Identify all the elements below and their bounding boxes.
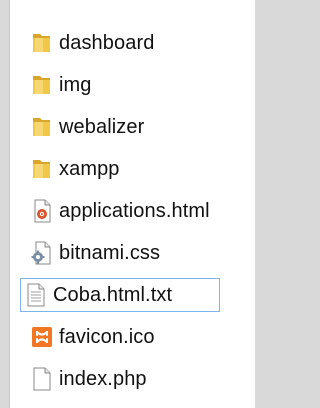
blank-file-icon	[29, 365, 55, 393]
file-name: webalizer	[59, 115, 145, 138]
file-item-index-php[interactable]: index.php	[27, 362, 151, 396]
file-item-xampp[interactable]: xampp	[27, 152, 124, 186]
xampp-icon	[29, 323, 55, 351]
file-name: Coba.html.txt	[53, 283, 173, 306]
html-file-icon	[29, 197, 55, 225]
file-item-dashboard[interactable]: dashboard	[27, 26, 158, 60]
folder-icon	[29, 71, 55, 99]
folder-icon	[29, 155, 55, 183]
file-item-favicon-ico[interactable]: favicon.ico	[27, 320, 159, 354]
file-item-coba-html-txt[interactable]: Coba.html.txt	[20, 278, 220, 312]
file-item-webalizer[interactable]: webalizer	[27, 110, 148, 144]
file-name: dashboard	[59, 31, 155, 54]
file-item-bitnami-css[interactable]: bitnami.css	[27, 236, 164, 270]
css-file-icon	[29, 239, 55, 267]
folder-icon	[29, 29, 55, 57]
file-name: img	[59, 73, 92, 96]
file-item-applications-html[interactable]: applications.html	[27, 194, 214, 228]
file-name: index.php	[59, 367, 147, 390]
file-name: bitnami.css	[59, 241, 161, 264]
file-name: xampp	[59, 157, 120, 180]
file-item-img[interactable]: img	[27, 68, 96, 102]
file-name: applications.html	[59, 199, 210, 222]
folder-icon	[29, 113, 55, 141]
text-file-icon	[23, 281, 49, 309]
file-name: favicon.ico	[59, 325, 155, 348]
file-list-pane: dashboard img webalizer xampp applicatio…	[9, 0, 255, 408]
